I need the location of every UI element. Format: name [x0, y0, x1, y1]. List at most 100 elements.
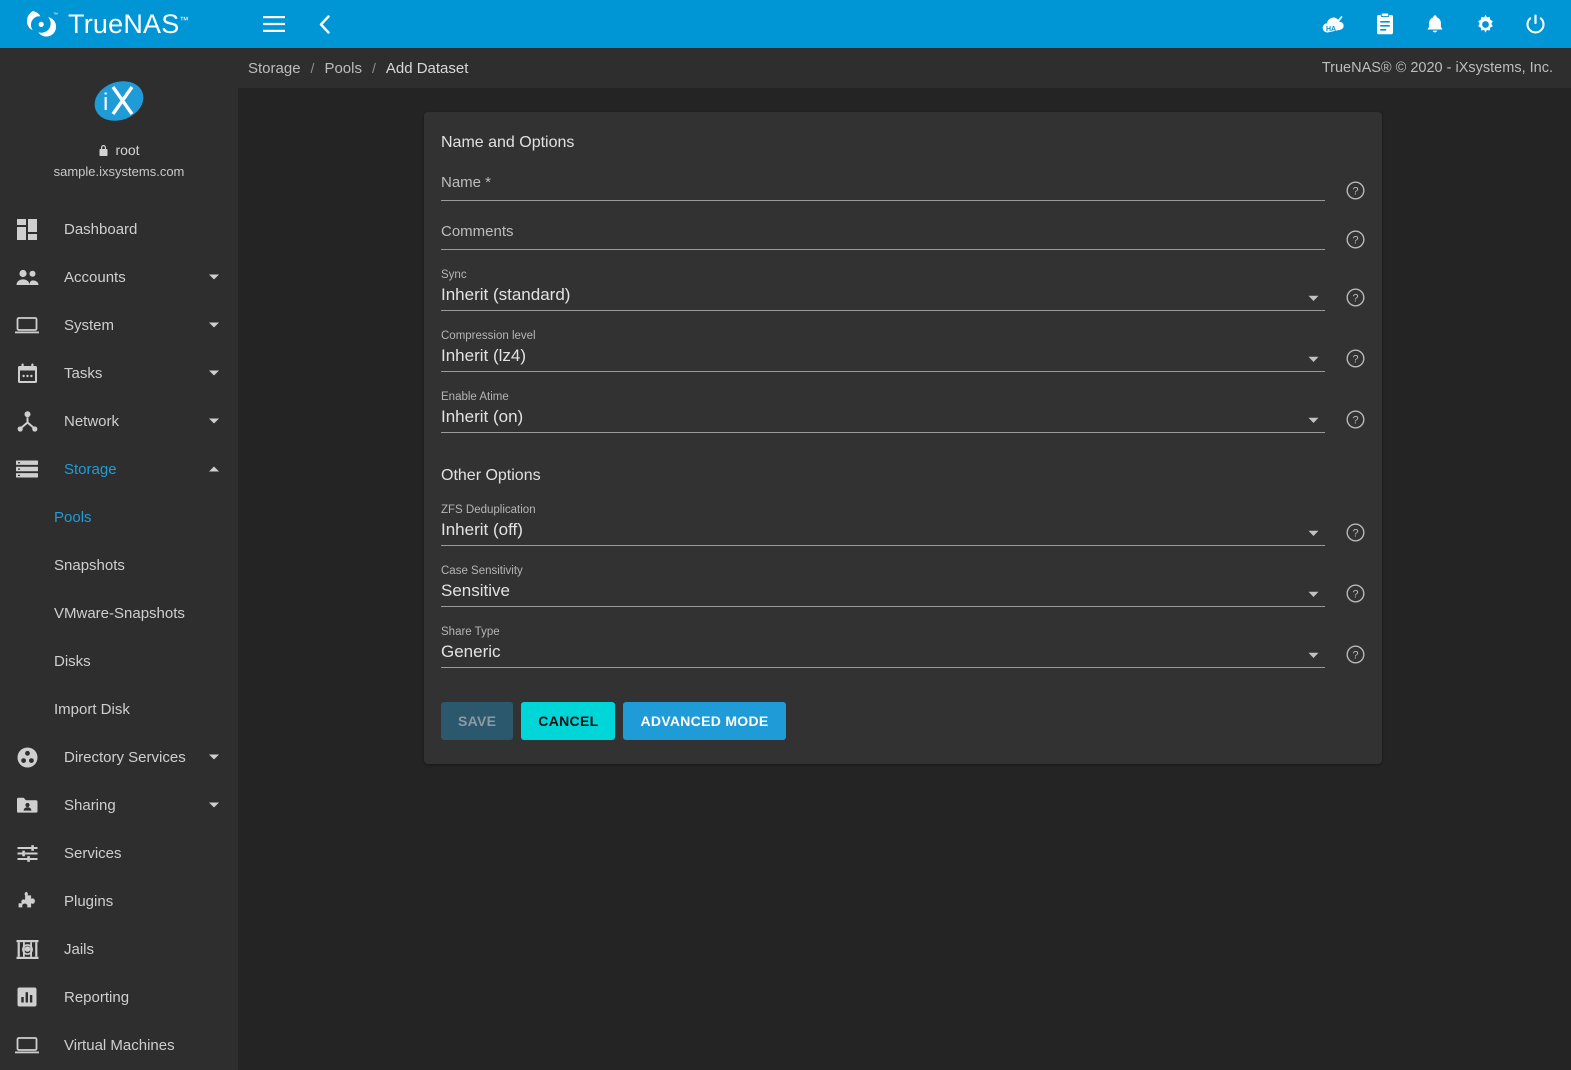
field-sync: Sync Inherit (standard) ?: [441, 268, 1365, 311]
directory-services-icon: [10, 743, 44, 771]
ha-status-icon[interactable]: HA: [1321, 10, 1349, 38]
sidebar-item-dashboard[interactable]: Dashboard: [0, 205, 238, 253]
field-sync-select[interactable]: Sync Inherit (standard): [441, 268, 1325, 311]
field-name: Name * ?: [441, 170, 1365, 201]
chevron-left-icon[interactable]: [310, 10, 338, 38]
user-block: i root sample.ixsystems.com: [0, 48, 238, 195]
sidebar: ™ TrueNAS™ i root sample.ixsystems.com: [0, 0, 238, 1070]
ix-systems-logo: i: [90, 74, 148, 128]
section-fields-other-options: ZFS Deduplication Inherit (off) ? Case S…: [440, 503, 1366, 668]
content-area: Name and Options Name * ? Comments ?: [238, 88, 1571, 1070]
chevron-down-icon[interactable]: [208, 753, 220, 761]
chevron-down-icon[interactable]: [1308, 652, 1319, 659]
field-enable-atime-select[interactable]: Enable Atime Inherit (on): [441, 390, 1325, 433]
field-sync-value: Inherit (standard): [441, 283, 1325, 310]
svg-text:i: i: [103, 89, 108, 116]
breadcrumb-separator: /: [311, 60, 315, 76]
power-icon[interactable]: [1521, 10, 1549, 38]
field-case-sensitivity-label: Case Sensitivity: [441, 564, 1325, 579]
notifications-bell-icon[interactable]: [1421, 10, 1449, 38]
chevron-down-icon[interactable]: [1308, 530, 1319, 537]
chevron-down-icon[interactable]: [1308, 295, 1319, 302]
chevron-down-icon[interactable]: [208, 273, 220, 281]
svg-text:HA: HA: [1326, 26, 1336, 33]
storage-icon: [10, 455, 44, 483]
field-zfs-deduplication: ZFS Deduplication Inherit (off) ?: [441, 503, 1365, 546]
field-compression-level-value: Inherit (lz4): [441, 344, 1325, 371]
sidebar-item-reporting[interactable]: Reporting: [0, 973, 238, 1021]
help-icon[interactable]: ?: [1346, 410, 1365, 429]
sidebar-item-plugins[interactable]: Plugins: [0, 877, 238, 925]
sidebar-item-sharing[interactable]: Sharing: [0, 781, 238, 829]
sidebar-subitem-vmware-snapshots[interactable]: VMware-Snapshots: [0, 589, 238, 637]
help-icon[interactable]: ?: [1346, 288, 1365, 307]
user-name: root: [115, 142, 139, 158]
field-share-type-label: Share Type: [441, 625, 1325, 640]
breadcrumb-item-pools[interactable]: Pools: [324, 60, 362, 77]
field-sync-label: Sync: [441, 268, 1325, 283]
task-manager-clipboard-icon[interactable]: [1371, 10, 1399, 38]
hamburger-menu-icon[interactable]: [260, 10, 288, 38]
help-icon[interactable]: ?: [1346, 645, 1365, 664]
help-icon[interactable]: ?: [1346, 523, 1365, 542]
brand-header[interactable]: ™ TrueNAS™: [0, 0, 238, 48]
top-bar-left: [260, 10, 338, 38]
sidebar-item-network[interactable]: Network: [0, 397, 238, 445]
user-row: root: [0, 142, 238, 158]
help-icon[interactable]: ?: [1346, 181, 1365, 200]
services-sliders-icon: [10, 839, 44, 867]
chevron-up-icon[interactable]: [208, 465, 220, 473]
sidebar-subitem-label: Snapshots: [54, 557, 125, 574]
network-icon: [10, 407, 44, 435]
advanced-mode-button[interactable]: ADVANCED MODE: [623, 702, 785, 740]
sidebar-item-accounts[interactable]: Accounts: [0, 253, 238, 301]
sidebar-item-label: Accounts: [44, 269, 208, 286]
field-zfs-deduplication-value: Inherit (off): [441, 518, 1325, 545]
field-share-type: Share Type Generic ?: [441, 625, 1365, 668]
settings-gear-icon[interactable]: [1471, 10, 1499, 38]
tasks-calendar-icon: [10, 359, 44, 387]
field-name-input[interactable]: Name *: [441, 170, 1325, 201]
sidebar-item-directory-services[interactable]: Directory Services: [0, 733, 238, 781]
sidebar-item-storage[interactable]: Storage: [0, 445, 238, 493]
sidebar-subitem-snapshots[interactable]: Snapshots: [0, 541, 238, 589]
sidebar-item-label: Dashboard: [44, 221, 220, 238]
chevron-down-icon[interactable]: [1308, 356, 1319, 363]
chevron-down-icon[interactable]: [1308, 417, 1319, 424]
help-icon[interactable]: ?: [1346, 230, 1365, 249]
help-icon[interactable]: ?: [1346, 349, 1365, 368]
field-case-sensitivity-select[interactable]: Case Sensitivity Sensitive: [441, 564, 1325, 607]
svg-text:?: ?: [1352, 589, 1358, 601]
sidebar-item-label: System: [44, 317, 208, 334]
field-compression-level-label: Compression level: [441, 329, 1325, 344]
breadcrumb-item-storage[interactable]: Storage: [248, 60, 301, 77]
sidebar-item-services[interactable]: Services: [0, 829, 238, 877]
cancel-button[interactable]: CANCEL: [521, 702, 615, 740]
field-comments-input[interactable]: Comments: [441, 219, 1325, 250]
field-share-type-select[interactable]: Share Type Generic: [441, 625, 1325, 668]
chevron-down-icon[interactable]: [208, 369, 220, 377]
sidebar-subitem-pools[interactable]: Pools: [0, 493, 238, 541]
sidebar-item-virtual-machines[interactable]: Virtual Machines: [0, 1021, 238, 1069]
sidebar-item-jails[interactable]: Jails: [0, 925, 238, 973]
sidebar-subitem-disks[interactable]: Disks: [0, 637, 238, 685]
sidebar-subitem-import-disk[interactable]: Import Disk: [0, 685, 238, 733]
sidebar-item-label: Virtual Machines: [44, 1037, 220, 1054]
save-button[interactable]: SAVE: [441, 702, 513, 740]
field-compression-level-select[interactable]: Compression level Inherit (lz4): [441, 329, 1325, 372]
field-zfs-deduplication-select[interactable]: ZFS Deduplication Inherit (off): [441, 503, 1325, 546]
chevron-down-icon[interactable]: [1308, 591, 1319, 598]
svg-text:?: ?: [1352, 293, 1358, 305]
sidebar-item-label: Reporting: [44, 989, 220, 1006]
sidebar-item-label: Tasks: [44, 365, 208, 382]
lock-icon: [98, 144, 109, 157]
chevron-down-icon[interactable]: [208, 801, 220, 809]
sidebar-item-tasks[interactable]: Tasks: [0, 349, 238, 397]
chevron-down-icon[interactable]: [208, 321, 220, 329]
svg-text:?: ?: [1352, 650, 1358, 662]
help-icon[interactable]: ?: [1346, 584, 1365, 603]
field-case-sensitivity-value: Sensitive: [441, 579, 1325, 606]
chevron-down-icon[interactable]: [208, 417, 220, 425]
sidebar-item-system[interactable]: System: [0, 301, 238, 349]
sidebar-item-label: Directory Services: [44, 749, 208, 766]
